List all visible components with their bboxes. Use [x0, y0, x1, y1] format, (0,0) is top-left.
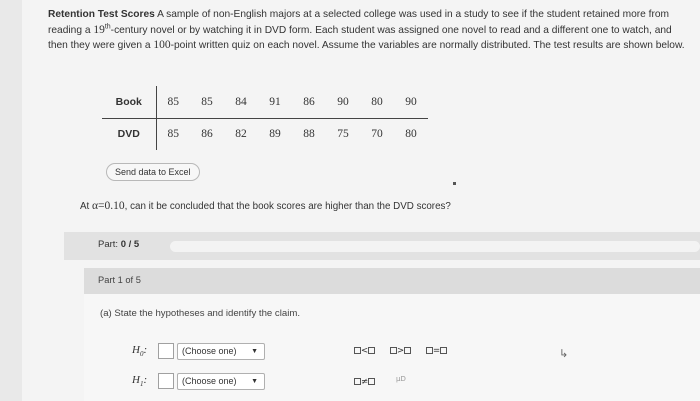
symbol-equals-button[interactable]: =	[426, 346, 448, 356]
question-text: At α=0.10, can it be concluded that the …	[80, 200, 451, 212]
h0-select[interactable]: (Choose one) ▼	[177, 342, 265, 360]
symbol-greater-than-button[interactable]: >	[390, 346, 412, 356]
table-cell: 91	[258, 86, 292, 119]
symbol-less-than-button[interactable]: <	[354, 346, 376, 356]
symbol-lt: <	[361, 346, 369, 356]
h1-select-value: (Choose one)	[182, 375, 237, 386]
points-number: 100	[153, 39, 171, 52]
table-cell: 86	[201, 128, 213, 141]
alpha-value: 0.10	[104, 200, 125, 212]
table-cell: 89	[269, 128, 281, 141]
h1-label: H1:	[132, 374, 154, 388]
scores-table: Book 85 85 84 91 86 90 80 90 DVD 85 86 8…	[102, 86, 428, 150]
table-cell: 85	[156, 86, 190, 119]
table-cell: 82	[235, 128, 247, 141]
symbol-gt: >	[397, 346, 405, 356]
symbol-eq: =	[433, 346, 441, 356]
symbol-mu-d-button[interactable]: μD	[396, 375, 406, 383]
instruction-text: (a) State the hypotheses and identify th…	[100, 308, 300, 319]
h0-colon: :	[143, 343, 148, 356]
question-prefix: At	[80, 201, 90, 212]
h1-select[interactable]: (Choose one) ▼	[177, 372, 265, 390]
chevron-down-icon: ▼	[251, 377, 258, 385]
table-cell: 85	[190, 86, 224, 119]
progress-track	[170, 241, 700, 252]
h0-row: H0: (Choose one) ▼	[132, 342, 265, 360]
progress-prefix: Part:	[98, 239, 119, 250]
symbol-ne: ≠	[361, 377, 369, 387]
h0-main: H	[132, 343, 140, 356]
table-cell: 75	[337, 128, 349, 141]
send-to-excel-button[interactable]: Send data to Excel	[106, 163, 200, 181]
part-panel: Part 1 of 5 (a) State the hypotheses and…	[84, 268, 700, 401]
century-number: 19	[93, 23, 105, 36]
table-cell: 90	[326, 86, 360, 119]
table-cell: 70	[371, 128, 383, 141]
decorative-dot	[453, 182, 456, 185]
part-header-label: Part 1 of 5	[98, 275, 141, 285]
table-cell: 85	[167, 128, 180, 141]
pointer-cursor-icon: ↳	[559, 348, 569, 360]
part-header: Part 1 of 5	[84, 268, 700, 294]
question-suffix: , can it be concluded that the book scor…	[124, 201, 451, 212]
table-cell: 86	[292, 86, 326, 119]
table-row-book: Book 85 85 84 91 86 90 80 90	[102, 86, 428, 119]
progress-label: Part: 0 / 5	[98, 239, 139, 250]
table-cell: 80	[405, 128, 417, 141]
row-label: DVD	[102, 118, 157, 150]
chevron-down-icon: ▼	[251, 347, 258, 355]
problem-text-c: -point written quiz on each novel. Assum…	[170, 40, 685, 52]
table-row-dvd: DVD 85 86 82 89 88 75 70 80	[102, 118, 428, 150]
h1-input-box[interactable]	[158, 373, 174, 389]
h0-label: H0:	[132, 344, 154, 358]
symbol-not-equal-button[interactable]: ≠	[354, 377, 376, 387]
h1-row: H1: (Choose one) ▼	[132, 372, 265, 390]
problem-statement: Retention Test Scores A sample of non-En…	[48, 8, 688, 54]
progress-value: 0 / 5	[120, 239, 140, 250]
h1-main: H	[132, 373, 140, 386]
content-page: Retention Test Scores A sample of non-En…	[22, 0, 700, 401]
table-cell: 88	[303, 128, 315, 141]
h0-select-value: (Choose one)	[182, 345, 237, 356]
h0-input-box[interactable]	[158, 343, 174, 359]
progress-bar-section: Part: 0 / 5	[64, 232, 700, 260]
row-label: Book	[102, 86, 157, 119]
table-cell: 84	[224, 86, 258, 119]
table-cell: 90	[394, 86, 428, 119]
h1-colon: :	[143, 373, 148, 386]
problem-title: Retention Test Scores	[48, 9, 155, 20]
table-cell: 80	[360, 86, 394, 119]
